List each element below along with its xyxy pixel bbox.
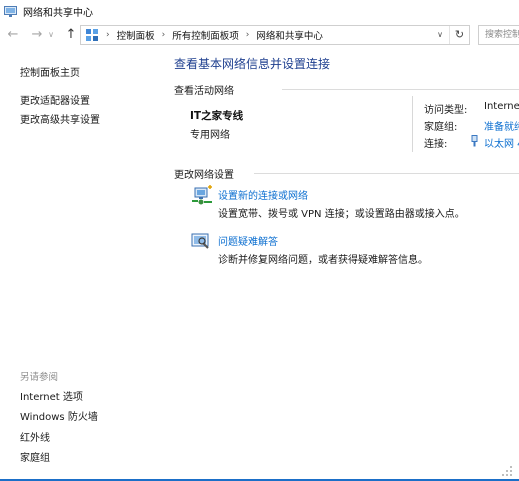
connections-label: 连接:: [424, 139, 448, 150]
setup-new-connection-desc: 设置宽带、拨号或 VPN 连接；或设置路由器或接入点。: [218, 209, 465, 220]
address-dropdown-icon[interactable]: ∨: [433, 26, 447, 44]
access-type-label: 访问类型:: [424, 105, 468, 116]
breadcrumb-separator-icon: ›: [106, 30, 110, 40]
breadcrumb-separator-icon: ›: [161, 30, 166, 40]
see-also-internet-options[interactable]: Internet 选项: [20, 388, 83, 403]
change-settings-heading: 更改网络设置: [174, 170, 234, 181]
breadcrumb-all-items[interactable]: 所有控制面板项: [172, 28, 239, 42]
breadcrumb-control-panel[interactable]: 控制面板: [117, 28, 155, 42]
page-title: 查看基本网络信息并设置连接: [174, 57, 331, 71]
connection-link[interactable]: 以太网 4: [484, 135, 519, 150]
arrow-left-icon[interactable]: ←: [4, 25, 22, 45]
ethernet-icon: [470, 135, 479, 150]
troubleshoot-desc: 诊断并修复网络问题，或者获得疑难解答信息。: [218, 255, 428, 266]
network-type: 专用网络: [190, 130, 230, 141]
see-also-infrared[interactable]: 红外线: [20, 429, 50, 444]
sidebar-link-adapter-settings[interactable]: 更改适配器设置: [20, 92, 90, 107]
arrow-up-icon[interactable]: ↑: [62, 25, 80, 45]
address-bar[interactable]: › 控制面板 › 所有控制面板项 › 网络和共享中心 ∨ ↻: [80, 25, 470, 45]
setup-new-connection-link[interactable]: 设置新的连接或网络: [218, 187, 308, 202]
active-networks-heading: 查看活动网络: [174, 86, 234, 97]
search-input[interactable]: 搜索控制面板: [478, 25, 519, 45]
sidebar-link-advanced-sharing[interactable]: 更改高级共享设置: [20, 111, 100, 126]
homegroup-link[interactable]: 准备就绪: [484, 118, 519, 133]
resize-grip-icon[interactable]: [499, 463, 513, 477]
breadcrumb-separator-icon: ›: [245, 30, 250, 40]
arrow-right-icon[interactable]: →: [28, 25, 46, 45]
section-divider: [282, 89, 519, 90]
vertical-divider: [412, 96, 413, 152]
see-also-heading: 另请参阅: [20, 372, 59, 383]
troubleshoot-link[interactable]: 问题疑难解答: [218, 233, 278, 248]
see-also-windows-firewall[interactable]: Windows 防火墙: [20, 408, 98, 423]
network-center-icon: [4, 5, 17, 17]
section-divider: [254, 173, 519, 174]
new-connection-icon: [190, 185, 214, 205]
breadcrumb-network-center[interactable]: 网络和共享中心: [256, 28, 323, 42]
access-type-value: Internet: [484, 101, 519, 112]
see-also-homegroup[interactable]: 家庭组: [20, 449, 50, 464]
sidebar-link-control-panel-home[interactable]: 控制面板主页: [20, 64, 80, 79]
refresh-icon[interactable]: ↻: [449, 26, 469, 44]
window-title: 网络和共享中心: [23, 7, 93, 19]
homegroup-label: 家庭组:: [424, 122, 458, 133]
title-bar: 网络和共享中心: [0, 0, 519, 22]
control-panel-icon: [85, 28, 99, 42]
network-name: IT之家专线: [190, 110, 244, 122]
sidebar: 控制面板主页 更改适配器设置 更改高级共享设置 另请参阅 Internet 选项…: [0, 50, 160, 481]
navigation-bar: ← → ∨ ↑ › 控制面板 › 所有控制面板项 › 网络和共享中心 ∨ ↻ 搜…: [0, 22, 519, 48]
chevron-down-icon[interactable]: ∨: [46, 25, 56, 45]
troubleshoot-icon: [190, 232, 214, 252]
